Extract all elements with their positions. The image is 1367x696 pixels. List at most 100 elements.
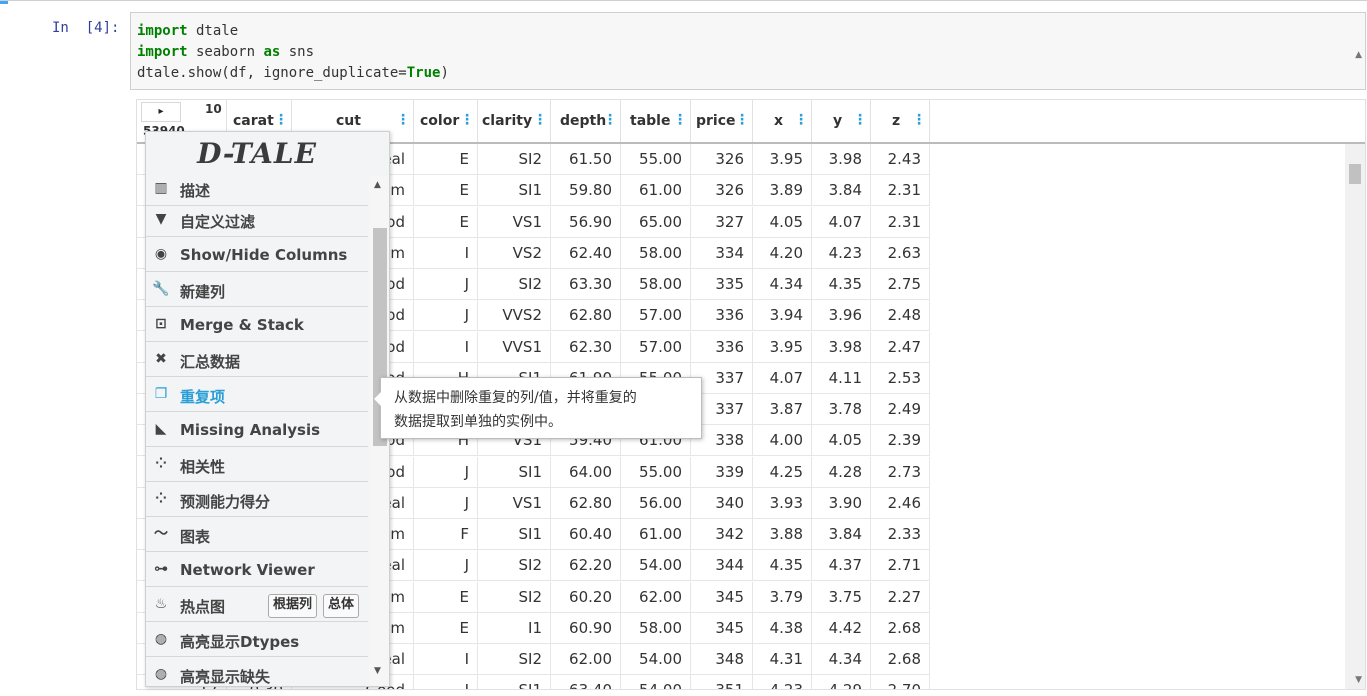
table-cell-clarity[interactable]: VS2 [478, 237, 551, 269]
column-header-x[interactable]: x ⋮ [753, 100, 812, 142]
table-cell-z[interactable]: 2.33 [871, 519, 930, 550]
table-cell-depth[interactable]: 63.30 [551, 269, 621, 300]
table-cell-price[interactable]: 345 [691, 612, 753, 644]
table-cell-z[interactable]: 2.31 [871, 175, 930, 207]
table-cell-x[interactable]: 4.38 [753, 612, 812, 644]
menu-item-13[interactable]: ◍ 高亮显示Dtypes [146, 623, 368, 657]
column-header-y[interactable]: y ⋮ [812, 100, 871, 142]
table-cell-table[interactable]: 56.00 [621, 487, 691, 519]
table-cell-color[interactable]: E [414, 144, 478, 175]
table-cell-depth[interactable]: 62.80 [551, 300, 621, 332]
table-cell-y[interactable]: 4.42 [812, 612, 871, 644]
table-cell-clarity[interactable]: VS1 [478, 487, 551, 519]
scroll-down-arrow[interactable]: ▼ [1355, 675, 1362, 685]
table-cell-price[interactable]: 327 [691, 206, 753, 238]
table-cell-z[interactable]: 2.71 [871, 550, 930, 582]
table-cell-z[interactable]: 2.43 [871, 144, 930, 175]
table-cell-price[interactable]: 336 [691, 331, 753, 363]
table-cell-y[interactable]: 4.35 [812, 269, 871, 300]
table-cell-y[interactable]: 3.84 [812, 519, 871, 550]
table-cell-color[interactable]: E [414, 612, 478, 644]
table-cell-clarity[interactable]: VS1 [478, 206, 551, 238]
menu-scroll-up[interactable]: ▲ [374, 180, 381, 190]
column-header-clarity[interactable]: clarity ⋮ [478, 100, 551, 142]
code-cell[interactable]: import dtale import seaborn as sns dtale… [130, 12, 1366, 90]
menu-item-10[interactable]: 〜图表 [146, 518, 368, 552]
table-cell-y[interactable]: 4.07 [812, 206, 871, 238]
table-cell-y[interactable]: 4.28 [812, 456, 871, 488]
table-cell-table[interactable]: 54.00 [621, 675, 691, 689]
table-cell-clarity[interactable]: I1 [478, 612, 551, 644]
column-menu-icon[interactable]: ⋮ [735, 112, 749, 128]
column-header-price[interactable]: price ⋮ [691, 100, 753, 142]
table-cell-table[interactable]: 62.00 [621, 581, 691, 613]
scroll-up-arrow[interactable]: ▲ [1355, 50, 1362, 60]
table-cell-y[interactable]: 4.29 [812, 675, 871, 689]
table-cell-price[interactable]: 326 [691, 144, 753, 175]
table-cell-x[interactable]: 4.00 [753, 425, 812, 457]
table-cell-table[interactable]: 65.00 [621, 206, 691, 238]
table-cell-table[interactable]: 58.00 [621, 612, 691, 644]
table-cell-price[interactable]: 348 [691, 644, 753, 675]
table-cell-y[interactable]: 4.05 [812, 425, 871, 457]
table-cell-price[interactable]: 344 [691, 550, 753, 582]
table-cell-table[interactable]: 57.00 [621, 331, 691, 363]
table-cell-clarity[interactable]: SI2 [478, 550, 551, 582]
table-cell-clarity[interactable]: VVS2 [478, 300, 551, 332]
table-cell-y[interactable]: 3.90 [812, 487, 871, 519]
table-cell-price[interactable]: 342 [691, 519, 753, 550]
table-cell-depth[interactable]: 59.80 [551, 175, 621, 207]
table-cell-y[interactable]: 3.78 [812, 394, 871, 425]
table-cell-z[interactable]: 2.75 [871, 269, 930, 300]
table-cell-clarity[interactable]: SI1 [478, 675, 551, 689]
table-cell-clarity[interactable]: SI2 [478, 144, 551, 175]
table-cell-z[interactable]: 2.68 [871, 612, 930, 644]
table-cell-table[interactable]: 61.00 [621, 519, 691, 550]
menu-item-1[interactable]: ▼ 自定义过滤 [146, 203, 368, 237]
table-cell-z[interactable]: 2.39 [871, 425, 930, 457]
table-cell-z[interactable]: 2.70 [871, 675, 930, 689]
table-cell-x[interactable]: 4.20 [753, 237, 812, 269]
table-cell-z[interactable]: 2.27 [871, 581, 930, 613]
table-cell-color[interactable]: F [414, 519, 478, 550]
table-cell-clarity[interactable]: SI1 [478, 456, 551, 488]
table-cell-color[interactable]: J [414, 675, 478, 689]
table-cell-z[interactable]: 2.31 [871, 206, 930, 238]
menu-item-3[interactable]: 🔧 新建列 [146, 273, 368, 307]
table-cell-depth[interactable]: 62.20 [551, 550, 621, 582]
table-cell-y[interactable]: 4.23 [812, 237, 871, 269]
menu-item-2[interactable]: ◉ Show/Hide Columns [146, 238, 368, 272]
table-cell-table[interactable]: 61.00 [621, 175, 691, 207]
table-cell-color[interactable]: E [414, 206, 478, 238]
table-cell-price[interactable]: 351 [691, 675, 753, 689]
table-cell-x[interactable]: 3.79 [753, 581, 812, 613]
table-cell-depth[interactable]: 63.40 [551, 675, 621, 689]
menu-item-9[interactable]: ⁘ 预测能力得分 [146, 483, 368, 517]
column-header-depth[interactable]: depth ⋮ [551, 100, 621, 142]
column-menu-icon[interactable]: ⋮ [673, 112, 687, 128]
table-cell-color[interactable]: J [414, 487, 478, 519]
table-cell-y[interactable]: 4.11 [812, 362, 871, 394]
menu-item-12[interactable]: ♨ 热点图 根据列 总体 [146, 588, 368, 622]
column-menu-icon[interactable]: ⋮ [396, 112, 410, 128]
table-cell-table[interactable]: 54.00 [621, 550, 691, 582]
column-menu-icon[interactable]: ⋮ [460, 112, 474, 128]
menu-item-14[interactable]: ◍ 高亮显示缺失 [146, 658, 368, 686]
table-cell-price[interactable]: 334 [691, 237, 753, 269]
table-cell-x[interactable]: 4.07 [753, 362, 812, 394]
table-cell-price[interactable]: 345 [691, 581, 753, 613]
table-cell-table[interactable]: 54.00 [621, 644, 691, 675]
table-cell-clarity[interactable]: SI1 [478, 519, 551, 550]
main-menu-toggle[interactable]: ▸ [141, 102, 181, 122]
table-cell-x[interactable]: 3.87 [753, 394, 812, 425]
table-cell-z[interactable]: 2.73 [871, 456, 930, 488]
menu-item-6[interactable]: ❐ 重复项 [146, 378, 368, 412]
table-cell-y[interactable]: 4.37 [812, 550, 871, 582]
table-cell-y[interactable]: 3.96 [812, 300, 871, 332]
table-cell-depth[interactable]: 62.00 [551, 644, 621, 675]
table-cell-depth[interactable]: 64.00 [551, 456, 621, 488]
table-cell-depth[interactable]: 61.50 [551, 144, 621, 175]
table-cell-z[interactable]: 2.53 [871, 362, 930, 394]
menu-item-7[interactable]: ◣ Missing Analysis [146, 413, 368, 447]
table-cell-price[interactable]: 336 [691, 300, 753, 332]
